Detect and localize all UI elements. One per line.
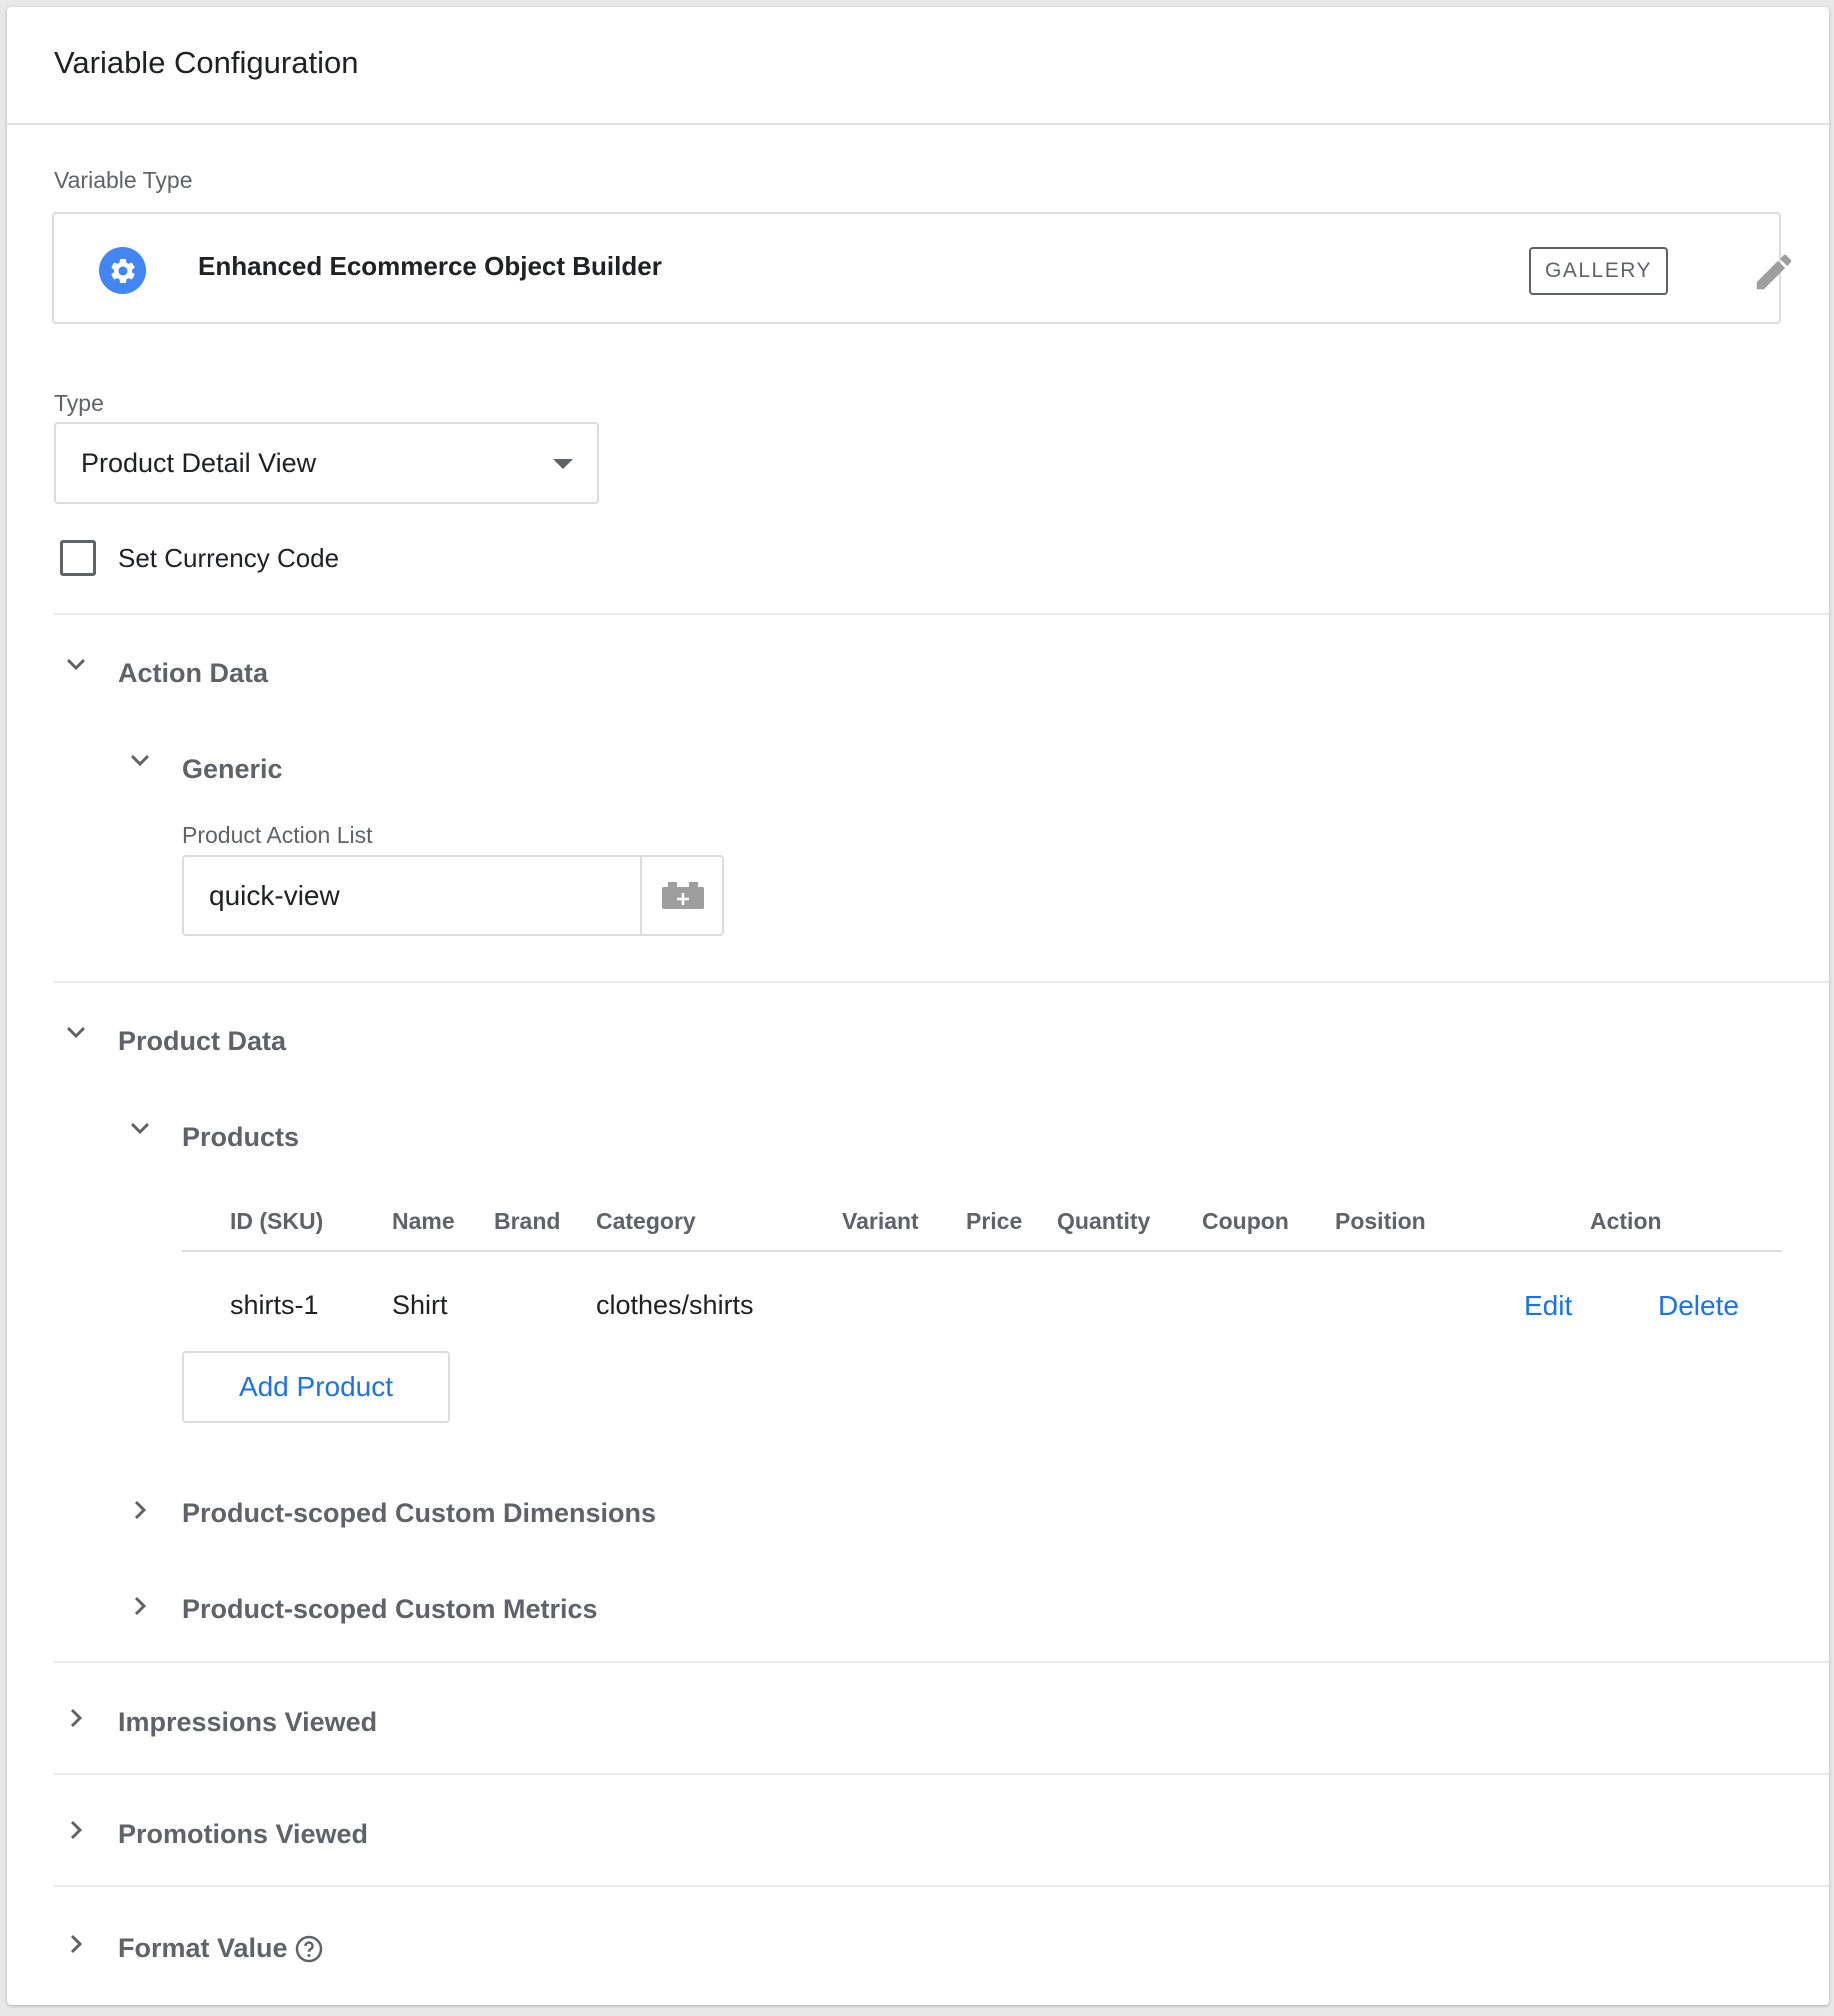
variable-type-label: Variable Type	[54, 167, 193, 193]
chevron-down-icon[interactable]	[65, 653, 87, 675]
type-select[interactable]: Product Detail View	[54, 422, 599, 504]
type-select-value: Product Detail View	[81, 448, 317, 478]
variable-configuration-card: Variable Configuration Variable Type Enh…	[7, 7, 1829, 2005]
type-label: Type	[54, 390, 104, 416]
input-divider	[640, 857, 642, 934]
chevron-right-icon[interactable]	[129, 1595, 151, 1617]
subsection-custom-dimensions[interactable]: Product-scoped Custom Dimensions	[182, 1498, 656, 1529]
section-action-data[interactable]: Action Data	[118, 658, 268, 689]
section-divider	[54, 1885, 1829, 1887]
gear-icon	[99, 247, 146, 294]
chevron-down-icon[interactable]	[65, 1021, 87, 1043]
cell-name: Shirt	[392, 1290, 448, 1320]
section-divider	[54, 1661, 1829, 1663]
subsection-generic[interactable]: Generic	[182, 754, 283, 785]
currency-code-label: Set Currency Code	[118, 543, 340, 573]
column-header: Category	[596, 1208, 696, 1234]
header-divider	[7, 123, 1829, 125]
section-divider	[54, 981, 1829, 983]
section-divider	[54, 613, 1829, 615]
column-header: Action	[1590, 1208, 1662, 1234]
chevron-down-icon[interactable]	[129, 1117, 151, 1139]
table-divider	[182, 1250, 1782, 1252]
variable-picker-icon[interactable]	[644, 857, 722, 934]
product-action-list-value: quick-view	[209, 880, 340, 911]
section-format-value[interactable]: Format Value	[118, 1933, 288, 1964]
product-action-list-input[interactable]: quick-view	[182, 855, 724, 936]
variable-type-name: Enhanced Ecommerce Object Builder	[198, 251, 662, 281]
column-header: Price	[966, 1208, 1023, 1234]
chevron-right-icon[interactable]	[65, 1819, 87, 1841]
dropdown-caret-icon	[553, 459, 573, 469]
section-divider	[54, 1773, 1829, 1775]
add-product-button[interactable]: Add Product	[182, 1351, 450, 1423]
column-header: Brand	[494, 1208, 561, 1234]
column-header: ID (SKU)	[230, 1208, 324, 1234]
pencil-icon[interactable]	[1751, 249, 1797, 295]
chevron-right-icon[interactable]	[129, 1499, 151, 1521]
column-header: Position	[1335, 1208, 1426, 1234]
chevron-down-icon[interactable]	[129, 749, 151, 771]
section-promotions-viewed[interactable]: Promotions Viewed	[118, 1819, 368, 1850]
variable-type-box[interactable]: Enhanced Ecommerce Object Builder GALLER…	[52, 212, 1792, 324]
help-icon[interactable]	[295, 1935, 323, 1963]
edit-product-link[interactable]: Edit	[1524, 1290, 1572, 1322]
section-impressions-viewed[interactable]: Impressions Viewed	[118, 1707, 377, 1738]
cell-category: clothes/shirts	[596, 1290, 754, 1320]
column-header: Name	[392, 1208, 455, 1234]
product-action-list-label: Product Action List	[182, 822, 373, 848]
subsection-custom-metrics[interactable]: Product-scoped Custom Metrics	[182, 1594, 598, 1625]
currency-code-checkbox[interactable]	[60, 540, 96, 576]
page-title: Variable Configuration	[54, 45, 359, 80]
column-header: Coupon	[1202, 1208, 1289, 1234]
column-header: Variant	[842, 1208, 919, 1234]
subsection-products[interactable]: Products	[182, 1122, 299, 1153]
gallery-button[interactable]: GALLERY	[1529, 247, 1668, 295]
delete-product-link[interactable]: Delete	[1658, 1290, 1739, 1322]
chevron-right-icon[interactable]	[65, 1707, 87, 1729]
cell-id: shirts-1	[230, 1290, 319, 1320]
chevron-right-icon[interactable]	[65, 1933, 87, 1955]
section-product-data[interactable]: Product Data	[118, 1026, 286, 1057]
column-header: Quantity	[1057, 1208, 1151, 1234]
